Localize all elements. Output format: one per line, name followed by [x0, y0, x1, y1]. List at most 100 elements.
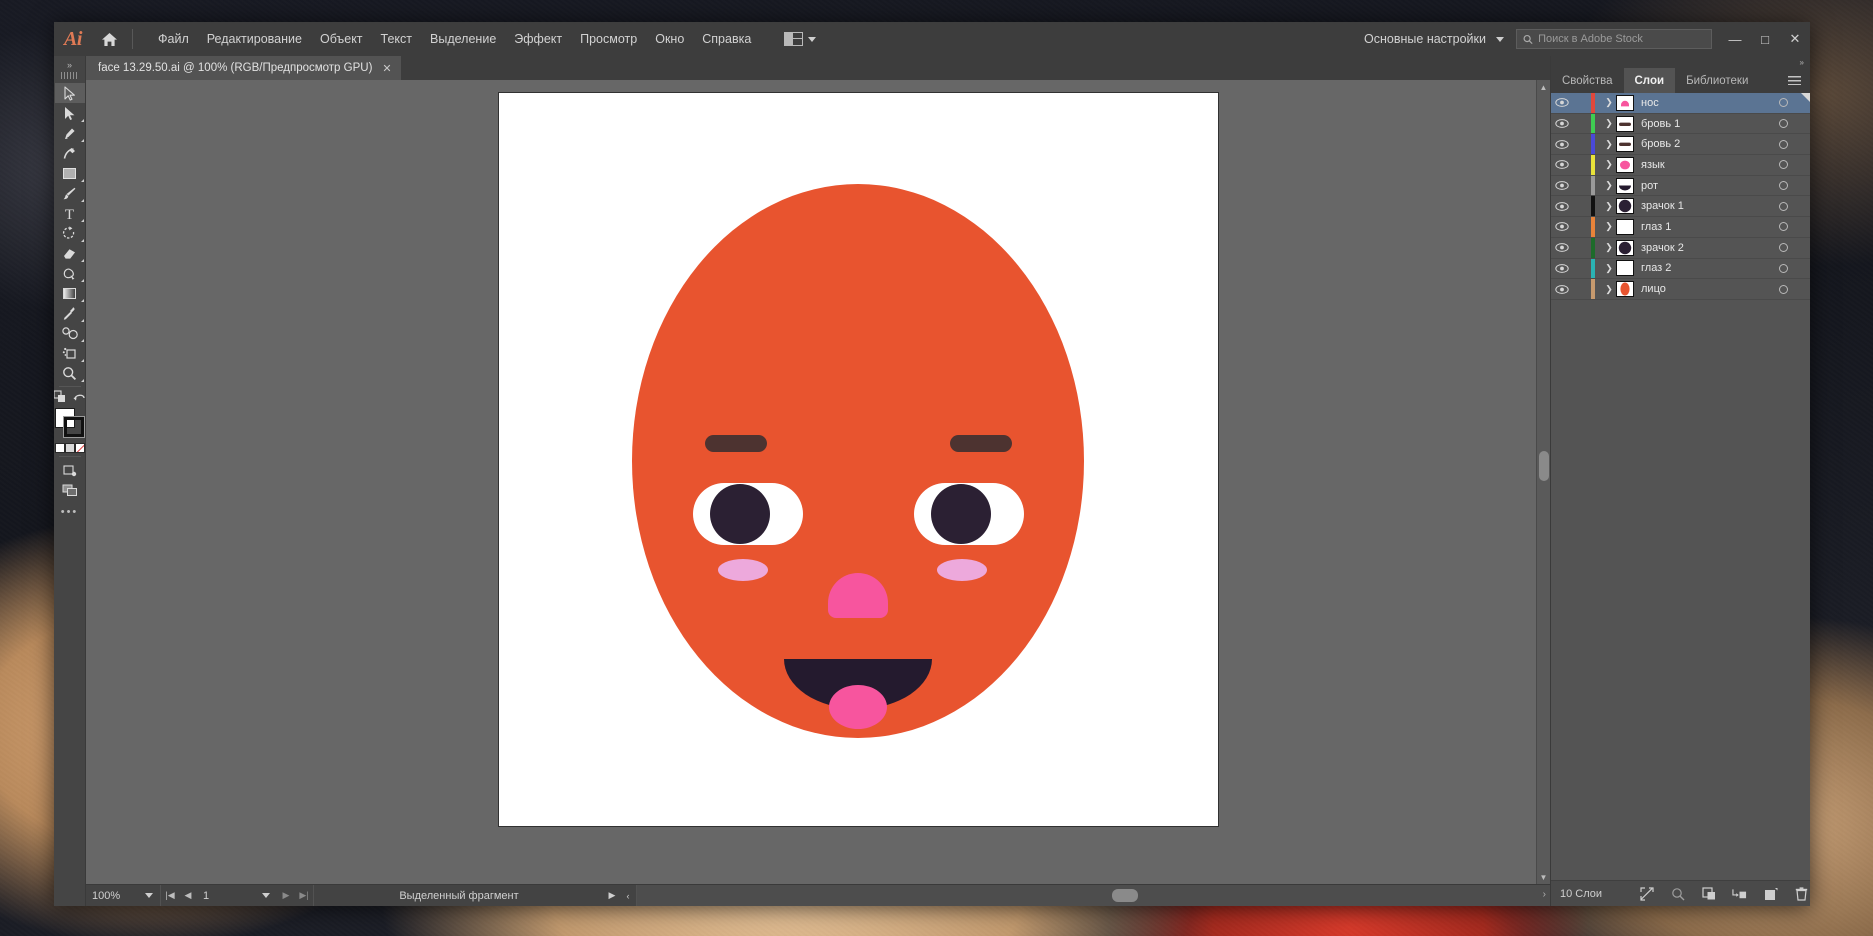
layer-name[interactable]: зрачок 1 — [1641, 200, 1779, 212]
layer-target-circle[interactable] — [1779, 160, 1788, 169]
arrange-documents-button[interactable] — [778, 28, 822, 50]
menu-item-file[interactable]: Файл — [149, 27, 198, 51]
menu-item-help[interactable]: Справка — [693, 27, 760, 51]
layer-visibility-toggle[interactable] — [1551, 285, 1573, 294]
tab-layers[interactable]: Слои — [1624, 68, 1676, 93]
menu-item-object[interactable]: Объект — [311, 27, 372, 51]
paintbrush-tool[interactable] — [55, 183, 85, 203]
layer-row[interactable]: ❯ зрачок 2 — [1551, 238, 1810, 259]
layer-visibility-toggle[interactable] — [1551, 264, 1573, 273]
face-artwork[interactable] — [499, 93, 1218, 826]
toolbox-collapse-button[interactable]: » — [67, 58, 72, 72]
layer-row[interactable]: ❯ нос — [1551, 93, 1810, 114]
canvas[interactable] — [86, 80, 1536, 884]
layer-visibility-toggle[interactable] — [1551, 222, 1573, 231]
delete-selection-icon[interactable] — [1794, 886, 1809, 901]
menu-item-view[interactable]: Просмотр — [571, 27, 646, 51]
zoom-control[interactable]: 100% — [86, 885, 161, 906]
panel-menu-button[interactable] — [1779, 68, 1810, 93]
create-sublayer-icon[interactable] — [1732, 886, 1747, 901]
scroll-right-arrow-icon[interactable]: › — [1543, 889, 1546, 900]
close-icon[interactable]: ✕ — [382, 62, 391, 75]
tab-libraries[interactable]: Библиотеки — [1675, 68, 1759, 93]
zoom-value[interactable]: 100% — [86, 890, 138, 902]
previous-artboard-button[interactable]: ◀ — [179, 890, 197, 901]
horizontal-scroll-thumb[interactable] — [1112, 889, 1138, 902]
zoom-tool[interactable] — [55, 363, 85, 383]
layer-target-circle[interactable] — [1779, 285, 1788, 294]
layer-name[interactable]: зрачок 2 — [1641, 242, 1779, 254]
layer-name[interactable]: глаз 1 — [1641, 221, 1779, 233]
gradient-tool[interactable] — [55, 283, 85, 303]
layer-expand-arrow-icon[interactable]: ❯ — [1602, 263, 1616, 274]
status-menu-icon[interactable]: ▶ — [604, 890, 620, 901]
menu-item-effect[interactable]: Эффект — [505, 27, 571, 51]
layer-visibility-toggle[interactable] — [1551, 119, 1573, 128]
first-artboard-button[interactable]: |◀ — [161, 890, 179, 901]
menu-item-edit[interactable]: Редактирование — [198, 27, 311, 51]
eyedropper-tool[interactable] — [55, 303, 85, 323]
layer-target-circle[interactable] — [1779, 222, 1788, 231]
none-swatch-button[interactable] — [75, 443, 85, 453]
panel-collapse-button[interactable]: » — [1551, 56, 1810, 68]
layer-name[interactable]: лицо — [1641, 283, 1779, 295]
layer-expand-arrow-icon[interactable]: ❯ — [1602, 139, 1616, 150]
layer-name[interactable]: рот — [1641, 180, 1779, 192]
layer-expand-arrow-icon[interactable]: ❯ — [1602, 180, 1616, 191]
layer-name[interactable]: бровь 2 — [1641, 138, 1779, 150]
layer-expand-arrow-icon[interactable]: ❯ — [1602, 221, 1616, 232]
horizontal-scrollbar[interactable]: › — [637, 885, 1550, 906]
screen-mode-tool[interactable] — [55, 480, 85, 500]
pen-tool[interactable] — [55, 123, 85, 143]
layer-row[interactable]: ❯ глаз 2 — [1551, 259, 1810, 280]
layer-target-circle[interactable] — [1779, 140, 1788, 149]
change-screen-mode-tool[interactable] — [55, 460, 85, 480]
layer-expand-arrow-icon[interactable]: ❯ — [1602, 242, 1616, 253]
layer-target-circle[interactable] — [1779, 119, 1788, 128]
scroll-down-arrow-icon[interactable]: ▼ — [1537, 870, 1551, 884]
last-artboard-button[interactable]: ▶| — [295, 890, 313, 901]
layer-expand-arrow-icon[interactable]: ❯ — [1602, 284, 1616, 295]
blend-tool[interactable] — [55, 323, 85, 343]
layer-row[interactable]: ❯ рот — [1551, 176, 1810, 197]
layer-visibility-toggle[interactable] — [1551, 202, 1573, 211]
adobe-stock-search[interactable] — [1516, 29, 1712, 49]
artboard[interactable] — [499, 93, 1218, 826]
status-collapse-icon[interactable]: ‹ — [620, 891, 636, 901]
direct-selection-tool[interactable] — [55, 103, 85, 123]
color-swatch-button[interactable] — [55, 443, 65, 453]
layer-name[interactable]: язык — [1641, 159, 1779, 171]
artboard-number[interactable]: 1 — [197, 890, 255, 902]
maximize-button[interactable]: □ — [1750, 22, 1780, 56]
rectangle-tool[interactable] — [55, 163, 85, 183]
toolbox-drag-handle[interactable] — [61, 72, 79, 79]
eraser-tool[interactable] — [55, 243, 85, 263]
layer-row[interactable]: ❯ глаз 1 — [1551, 217, 1810, 238]
layer-row[interactable]: ❯ язык — [1551, 155, 1810, 176]
layer-expand-arrow-icon[interactable]: ❯ — [1602, 97, 1616, 108]
layer-visibility-toggle[interactable] — [1551, 181, 1573, 190]
canvas-vertical-scrollbar[interactable]: ▲ ▼ — [1536, 80, 1550, 884]
artboard-dropdown-icon[interactable] — [255, 893, 277, 898]
stroke-color-swatch[interactable] — [64, 417, 84, 437]
search-input[interactable] — [1538, 33, 1705, 45]
layer-visibility-toggle[interactable] — [1551, 140, 1573, 149]
fill-stroke-swatches[interactable] — [55, 408, 85, 438]
layer-name[interactable]: глаз 2 — [1641, 262, 1779, 274]
home-icon[interactable] — [92, 32, 126, 47]
layer-visibility-toggle[interactable] — [1551, 243, 1573, 252]
search-icon[interactable] — [1670, 886, 1685, 901]
zoom-dropdown-icon[interactable] — [138, 893, 160, 898]
layers-list[interactable]: ❯ нос ❯ — [1551, 93, 1810, 880]
layer-visibility-toggle[interactable] — [1551, 98, 1573, 107]
rotate-tool[interactable] — [55, 223, 85, 243]
layer-target-circle[interactable] — [1779, 98, 1788, 107]
vertical-scroll-thumb[interactable] — [1539, 451, 1549, 481]
selection-tool[interactable] — [55, 83, 85, 103]
edit-toolbar-button[interactable]: ••• — [61, 506, 79, 518]
status-info[interactable]: Выделенный фрагмент ▶ ‹ — [314, 885, 637, 906]
layer-target-circle[interactable] — [1779, 181, 1788, 190]
next-artboard-button[interactable]: ▶ — [277, 890, 295, 901]
layer-name[interactable]: бровь 1 — [1641, 118, 1779, 130]
layer-expand-arrow-icon[interactable]: ❯ — [1602, 159, 1616, 170]
